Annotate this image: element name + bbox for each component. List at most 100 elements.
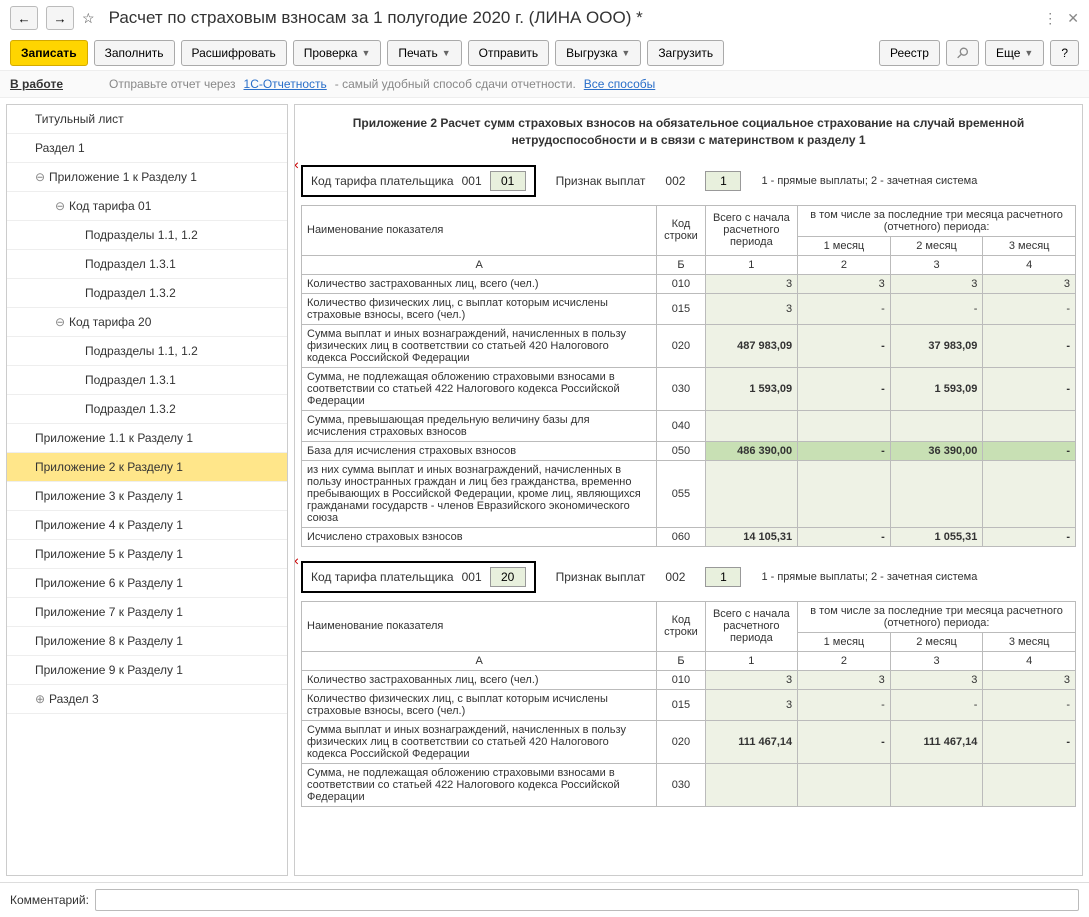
nav-item[interactable]: Приложение 3 к Разделу 1 [7,482,287,511]
tree-toggle-icon[interactable]: ⊕ [35,692,49,706]
cell-m1[interactable]: - [798,689,891,720]
cell-m1[interactable]: - [798,293,891,324]
cell-total[interactable] [705,410,798,441]
nav-item[interactable]: Подраздел 1.3.1 [7,250,287,279]
cell-m2[interactable] [890,460,983,527]
status-link[interactable]: В работе [10,77,63,91]
cell-m3[interactable] [983,763,1076,806]
cell-m3[interactable]: 3 [983,274,1076,293]
close-icon[interactable]: ✕ [1067,10,1079,27]
help-button[interactable]: ? [1050,40,1079,66]
cell-m3[interactable]: - [983,293,1076,324]
delete-icon[interactable]: ✕ [294,161,299,172]
nav-item[interactable]: Приложение 7 к Разделу 1 [7,598,287,627]
fill-button[interactable]: Заполнить [94,40,175,66]
print-button[interactable]: Печать▼ [387,40,461,66]
cell-m3[interactable]: - [983,324,1076,367]
cell-total[interactable]: 3 [705,670,798,689]
menu-dots-icon[interactable]: ⋮ [1043,10,1057,27]
cell-m3[interactable]: - [983,441,1076,460]
cell-m1[interactable]: - [798,720,891,763]
cell-total[interactable]: 3 [705,689,798,720]
cell-total[interactable]: 3 [705,293,798,324]
nav-item[interactable]: Приложение 5 к Разделу 1 [7,540,287,569]
nav-item[interactable]: ⊕Раздел 3 [7,685,287,714]
nav-item[interactable]: Приложение 2 к Разделу 1 [7,453,287,482]
cell-m2[interactable]: 111 467,14 [890,720,983,763]
cell-m3[interactable]: 3 [983,670,1076,689]
cell-total[interactable]: 486 390,00 [705,441,798,460]
cell-m2[interactable]: 1 055,31 [890,527,983,546]
nav-item[interactable]: Приложение 1.1 к Разделу 1 [7,424,287,453]
nav-item[interactable]: Подраздел 1.3.1 [7,366,287,395]
cell-m2[interactable] [890,410,983,441]
load-button[interactable]: Загрузить [647,40,724,66]
nav-item[interactable]: ⊖Код тарифа 20 [7,308,287,337]
cell-total[interactable] [705,460,798,527]
cell-m2[interactable]: 1 593,09 [890,367,983,410]
cell-total[interactable]: 111 467,14 [705,720,798,763]
cell-total[interactable]: 487 983,09 [705,324,798,367]
check-button[interactable]: Проверка▼ [293,40,382,66]
cell-m1[interactable]: - [798,324,891,367]
cell-m1[interactable] [798,763,891,806]
decode-button[interactable]: Расшифровать [181,40,287,66]
back-button[interactable]: ← [10,6,38,30]
nav-item[interactable]: Приложение 8 к Разделу 1 [7,627,287,656]
cell-m3[interactable]: - [983,527,1076,546]
cell-total[interactable]: 14 105,31 [705,527,798,546]
cell-m3[interactable]: - [983,689,1076,720]
export-button[interactable]: Выгрузка▼ [555,40,641,66]
cell-m2[interactable]: - [890,293,983,324]
cell-m1[interactable] [798,460,891,527]
more-button[interactable]: Еще▼ [985,40,1044,66]
tariff-code-input[interactable] [490,171,526,191]
nav-item[interactable]: Подразделы 1.1, 1.2 [7,221,287,250]
service-link[interactable]: 1С-Отчетность [244,77,327,91]
nav-item[interactable]: ⊖Код тарифа 01 [7,192,287,221]
cell-m1[interactable] [798,410,891,441]
tree-toggle-icon[interactable]: ⊖ [55,199,69,213]
tree-toggle-icon[interactable]: ⊖ [35,170,49,184]
cell-total[interactable] [705,763,798,806]
nav-item[interactable]: ⊖Приложение 1 к Разделу 1 [7,163,287,192]
cell-m3[interactable]: - [983,367,1076,410]
cell-m2[interactable]: 36 390,00 [890,441,983,460]
tree-toggle-icon[interactable]: ⊖ [55,315,69,329]
attach-button[interactable]: ⚲ [946,40,979,66]
registry-button[interactable]: Реестр [879,40,940,66]
comment-input[interactable] [95,889,1079,911]
all-methods-link[interactable]: Все способы [584,77,656,91]
nav-item[interactable]: Приложение 4 к Разделу 1 [7,511,287,540]
cell-total[interactable]: 1 593,09 [705,367,798,410]
cell-m1[interactable]: - [798,367,891,410]
cell-m2[interactable]: 37 983,09 [890,324,983,367]
cell-m2[interactable] [890,763,983,806]
cell-m3[interactable] [983,410,1076,441]
nav-item[interactable]: Подраздел 1.3.2 [7,279,287,308]
nav-item[interactable]: Приложение 9 к Разделу 1 [7,656,287,685]
nav-item[interactable]: Подразделы 1.1, 1.2 [7,337,287,366]
cell-m1[interactable]: 3 [798,274,891,293]
delete-icon[interactable]: ✕ [294,557,299,568]
row-name: Количество физических лиц, с выплат кото… [302,293,657,324]
forward-button[interactable]: → [46,6,74,30]
cell-m2[interactable]: 3 [890,274,983,293]
cell-m3[interactable]: - [983,720,1076,763]
cell-m2[interactable]: - [890,689,983,720]
cell-total[interactable]: 3 [705,274,798,293]
cell-m2[interactable]: 3 [890,670,983,689]
nav-item[interactable]: Подраздел 1.3.2 [7,395,287,424]
nav-item[interactable]: Раздел 1 [7,134,287,163]
nav-item[interactable]: Титульный лист [7,105,287,134]
sign-input[interactable] [705,171,741,191]
cell-m1[interactable]: - [798,527,891,546]
tariff-code-input[interactable] [490,567,526,587]
write-button[interactable]: Записать [10,40,88,66]
nav-item[interactable]: Приложение 6 к Разделу 1 [7,569,287,598]
cell-m1[interactable]: 3 [798,670,891,689]
send-button[interactable]: Отправить [468,40,550,66]
cell-m3[interactable] [983,460,1076,527]
cell-m1[interactable]: - [798,441,891,460]
sign-input[interactable] [705,567,741,587]
